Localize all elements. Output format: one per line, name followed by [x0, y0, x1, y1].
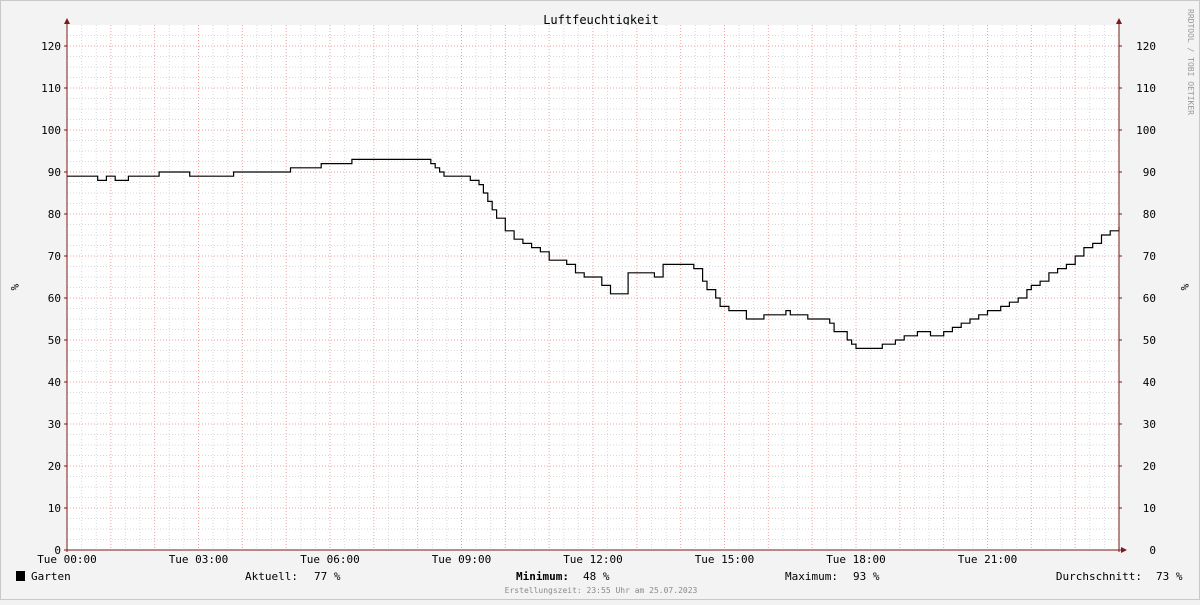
legend: Garten Aktuell: 77 % Minimum: 48 % Maxim… [16, 570, 1183, 583]
y-tick-label-right: 40 [1143, 376, 1156, 389]
legend-min-value: 48 % [583, 570, 610, 583]
y-tick-label-left: 20 [48, 460, 61, 473]
x-tick-label: Tue 09:00 [432, 553, 492, 566]
y-tick-label-right: 60 [1143, 292, 1156, 305]
y-tick-label-right: 100 [1136, 124, 1156, 137]
y-tick-label-right: 110 [1136, 82, 1156, 95]
legend-current-value: 77 % [314, 570, 341, 583]
x-tick-label: Tue 21:00 [958, 553, 1018, 566]
y-tick-label-right: 50 [1143, 334, 1156, 347]
x-tick-label: Tue 06:00 [300, 553, 360, 566]
y-tick-label-left: 50 [48, 334, 61, 347]
legend-avg-label: Durchschnitt: [1056, 570, 1142, 583]
legend-max-label: Maximum: [785, 570, 838, 583]
y-tick-label-left: 30 [48, 418, 61, 431]
y-tick-label-left: 0 [54, 544, 61, 557]
y-tick-label-left: 80 [48, 208, 61, 221]
y-tick-label-right: 30 [1143, 418, 1156, 431]
legend-avg-value: 73 % [1156, 570, 1183, 583]
y-tick-label-right: 120 [1136, 40, 1156, 53]
y-tick-label-left: 120 [41, 40, 61, 53]
y-axis-right-arrow [1116, 18, 1122, 24]
y-tick-label-left: 40 [48, 376, 61, 389]
legend-max-value: 93 % [853, 570, 880, 583]
y-tick-label-right: 90 [1143, 166, 1156, 179]
y-tick-label-right: 20 [1143, 460, 1156, 473]
y-tick-label-left: 70 [48, 250, 61, 263]
x-tick-label: Tue 18:00 [826, 553, 886, 566]
legend-min-label: Minimum: [516, 570, 569, 583]
y-tick-label-left: 110 [41, 82, 61, 95]
legend-current-label: Aktuell: [245, 570, 298, 583]
y-axis-right-tick-labels: 0 10 20 30 40 50 60 70 80 90 100 110 120 [1136, 40, 1156, 557]
chart-svg: Luftfeuchtigkeit RRDTOOL / TOBI OETIKER … [8, 9, 1195, 595]
x-axis-tick-labels: Tue 00:00 Tue 03:00 Tue 06:00 Tue 09:00 Tue … [37, 553, 1017, 566]
y-tick-label-right: 10 [1143, 502, 1156, 515]
y-tick-label-right: 70 [1143, 250, 1156, 263]
y-tick-label-left: 10 [48, 502, 61, 515]
footer-timestamp: Erstellungszeit: 23:55 Uhr am 25.07.2023 [505, 586, 698, 595]
x-tick-label: Tue 00:00 [37, 553, 97, 566]
legend-swatch [16, 571, 25, 581]
x-tick-label: Tue 03:00 [169, 553, 229, 566]
chart-title: Luftfeuchtigkeit [543, 13, 659, 27]
y-tick-label-left: 90 [48, 166, 61, 179]
y-tick-label-right: 0 [1149, 544, 1156, 557]
x-tick-label: Tue 15:00 [695, 553, 755, 566]
y-axis-left-label: % [8, 284, 21, 291]
y-tick-label-left: 100 [41, 124, 61, 137]
y-axis-left-tick-labels: 0 10 20 30 40 50 60 70 80 90 100 110 120 [41, 40, 61, 557]
y-axis-left-arrow [64, 18, 70, 24]
y-tick-label-left: 60 [48, 292, 61, 305]
chart-frame: Luftfeuchtigkeit RRDTOOL / TOBI OETIKER … [0, 0, 1200, 600]
x-tick-label: Tue 12:00 [563, 553, 623, 566]
y-tick-label-right: 80 [1143, 208, 1156, 221]
watermark-text: RRDTOOL / TOBI OETIKER [1186, 9, 1195, 115]
y-axis-right-label: % [1178, 284, 1191, 291]
legend-series-name: Garten [31, 570, 71, 583]
